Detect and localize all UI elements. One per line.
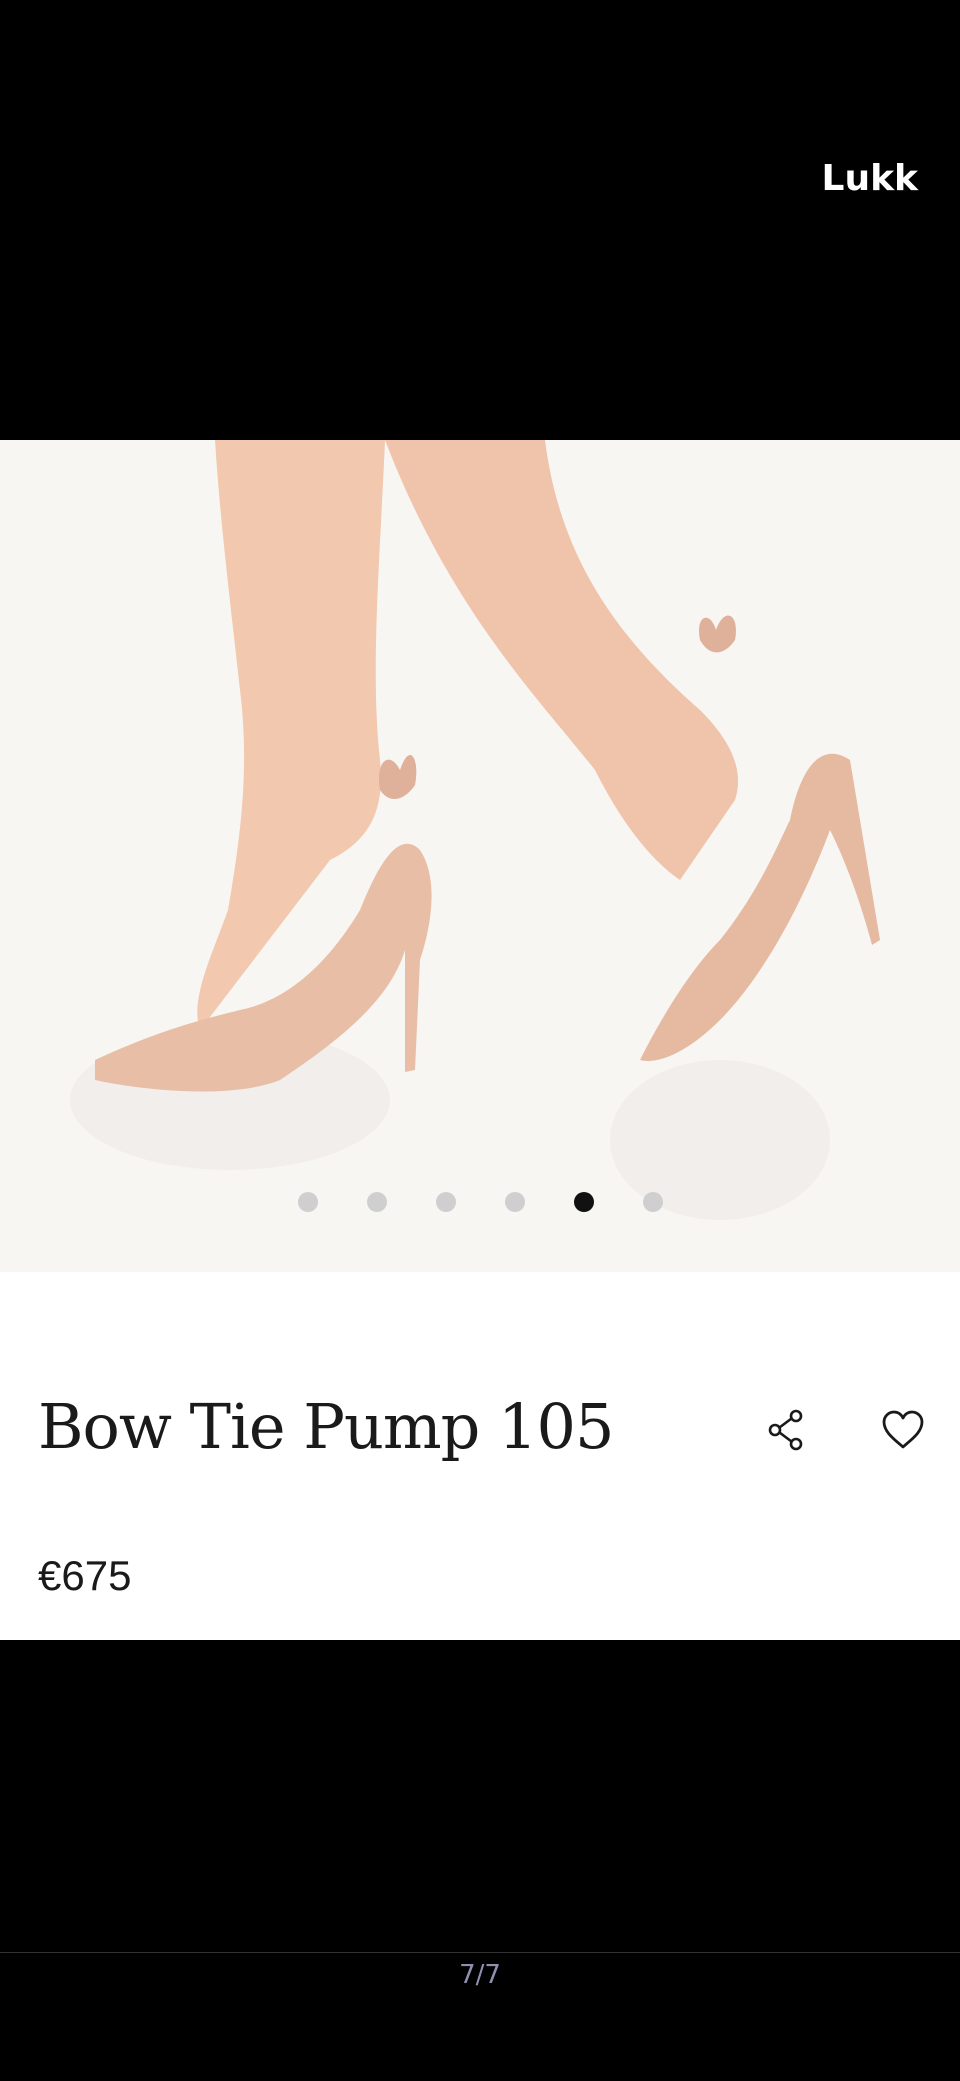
gallery-dot[interactable] (366, 1192, 387, 1212)
product-price: €675 (38, 1552, 132, 1599)
heart-icon (882, 1410, 924, 1449)
share-button[interactable] (765, 1408, 809, 1452)
gallery-dot[interactable] (504, 1192, 525, 1212)
product-title: Bow Tie Pump 105 (38, 1390, 614, 1463)
product-card: Bow Tie Pump 105 €675 (0, 440, 960, 1640)
viewer-divider (0, 1952, 960, 1953)
gallery-dot-active[interactable] (573, 1192, 594, 1212)
product-image-gallery[interactable] (0, 440, 960, 1272)
close-button[interactable]: Lukk (822, 158, 918, 199)
product-photo (0, 440, 960, 1272)
gallery-dot[interactable] (435, 1192, 456, 1212)
share-icon (768, 1409, 803, 1451)
gallery-pagination (0, 1192, 960, 1212)
page-indicator: 7/7 (459, 1960, 501, 1990)
favorite-button[interactable] (880, 1408, 926, 1452)
gallery-dot[interactable] (642, 1192, 663, 1212)
gallery-dot[interactable] (297, 1192, 318, 1212)
